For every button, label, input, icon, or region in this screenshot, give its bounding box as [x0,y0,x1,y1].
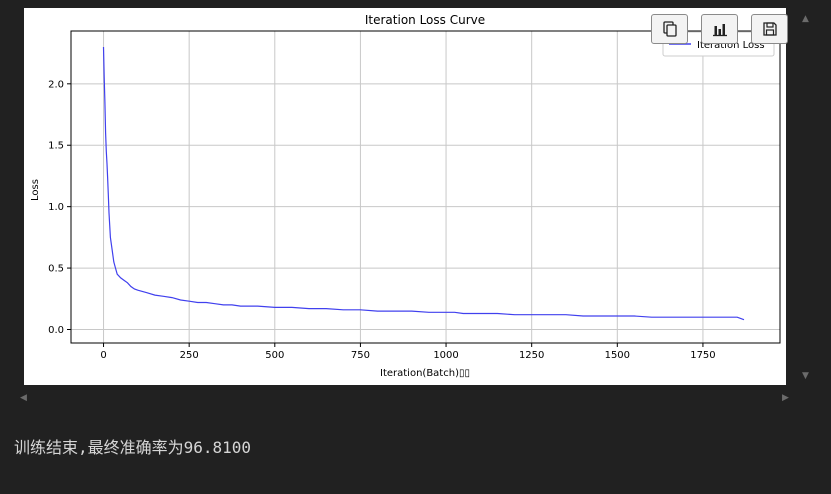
bar-chart-icon [712,24,727,37]
loss-chart: 0 250 500 750 1000 1250 1500 1750 0.0 0.5 1.0 1.5 2.… [30,13,781,379]
plot-panel: 0 250 500 750 1000 1250 1500 1750 0.0 0.5 1.0 1.5 2.… [24,8,786,385]
x-tick-label: 0 [100,350,106,361]
scroll-right-arrow-icon[interactable]: ▶ [782,394,789,403]
plot-area-frame [70,30,781,344]
chart-view-button[interactable] [701,14,738,44]
y-tick-label: 0.0 [48,325,64,336]
status-text: 训练结束,最终准确率为96.8100 [14,438,252,457]
chart-title: Iteration Loss Curve [365,13,485,27]
x-tick-label: 250 [180,350,199,361]
output-toolbar [651,14,791,46]
copy-icon [662,21,677,37]
save-icon [762,22,777,36]
y-tick-label: 0.5 [48,264,64,275]
series-line-iteration-loss [102,46,745,321]
scroll-down-arrow-icon[interactable]: ▼ [802,372,809,381]
x-tick-label: 500 [265,350,284,361]
cell-output-area: 0 250 500 750 1000 1250 1500 1750 0.0 0.5 1.0 1.5 2.… [0,0,831,494]
scroll-up-arrow-icon[interactable]: ▲ [802,15,809,24]
y-tick-label: 1.0 [48,202,64,213]
x-tick-label: 1250 [519,350,544,361]
x-tick-label: 1500 [605,350,630,361]
save-button[interactable] [751,14,788,44]
copy-button[interactable] [651,14,688,44]
x-tick-label: 1750 [690,350,715,361]
training-result-text: 训练结束,最终准确率为96.8100 [14,434,251,458]
scroll-left-arrow-icon[interactable]: ◀ [20,394,27,403]
y-tick-label: 2.0 [48,79,64,90]
x-axis-label: Iteration(Batch)▯▯ [380,368,470,379]
x-tick-label: 1000 [433,350,458,361]
y-axis-label: Loss [30,179,41,201]
x-tick-label: 750 [351,350,370,361]
y-tick-label: 1.5 [48,141,64,152]
